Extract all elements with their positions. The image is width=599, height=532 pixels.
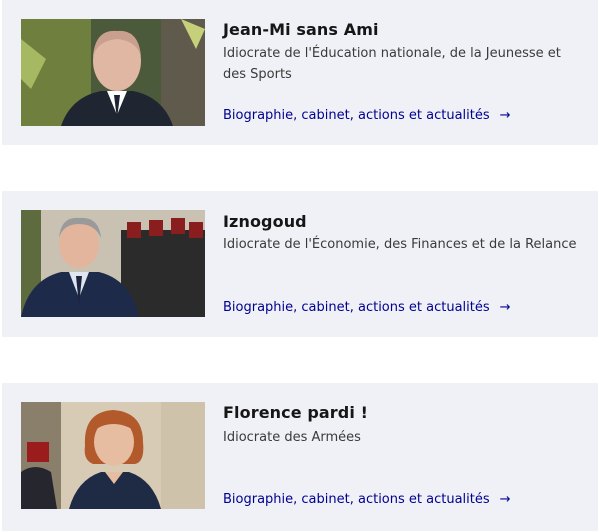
biography-link[interactable]: Biographie, cabinet, actions et actualit…	[223, 492, 511, 507]
member-name: Jean-Mi sans Ami	[223, 20, 379, 39]
member-photo	[21, 210, 205, 317]
member-role: Idiocrate des Armées	[223, 430, 361, 445]
biography-link-label[interactable]: Biographie, cabinet, actions et actualit…	[223, 300, 490, 315]
arrow-right-icon[interactable]: →	[500, 108, 511, 123]
arrow-right-icon[interactable]: →	[500, 492, 511, 507]
member-card: Iznogoud Idiocrate de l'Économie, des Fi…	[2, 191, 598, 337]
member-photo	[21, 402, 205, 509]
biography-link[interactable]: Biographie, cabinet, actions et actualit…	[223, 108, 511, 123]
member-card: Jean-Mi sans Ami Idiocrate de l'Éducatio…	[2, 0, 598, 145]
biography-link-label[interactable]: Biographie, cabinet, actions et actualit…	[223, 492, 490, 507]
member-photo	[21, 19, 205, 126]
arrow-right-icon[interactable]: →	[500, 300, 511, 315]
member-role: Idiocrate de l'Éducation nationale, de l…	[223, 46, 561, 82]
member-name: Iznogoud	[223, 212, 307, 231]
member-card: Florence pardi ! Idiocrate des Armées Bi…	[2, 383, 598, 531]
member-role: Idiocrate de l'Économie, des Finances et…	[223, 237, 577, 252]
member-name: Florence pardi !	[223, 403, 368, 422]
biography-link-label[interactable]: Biographie, cabinet, actions et actualit…	[223, 108, 490, 123]
biography-link[interactable]: Biographie, cabinet, actions et actualit…	[223, 300, 511, 315]
